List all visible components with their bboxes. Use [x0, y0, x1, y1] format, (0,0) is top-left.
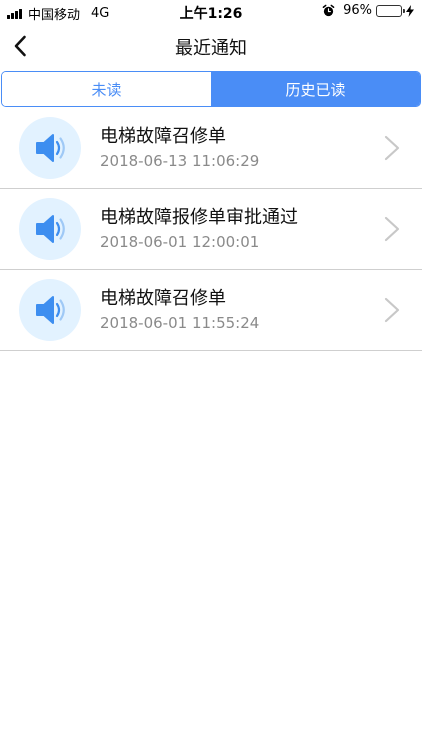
status-bar: 中国移动 4G 上午1:26 96%	[0, 0, 422, 23]
list-item[interactable]: 电梯故障召修单 2018-06-01 11:55:24	[0, 270, 422, 351]
speaker-icon-badge	[19, 117, 81, 179]
chevron-right-icon	[384, 216, 400, 242]
bolt-icon	[406, 4, 414, 17]
alarm-icon	[322, 4, 335, 17]
battery-icon	[376, 4, 405, 17]
notification-list: 电梯故障召修单 2018-06-13 11:06:29 电梯故障报修单审批通过 …	[0, 108, 422, 351]
speaker-icon	[36, 215, 65, 243]
notification-time: 2018-06-01 12:00:01	[100, 233, 260, 251]
chevron-right-icon	[384, 297, 400, 323]
notification-time: 2018-06-01 11:55:24	[100, 314, 260, 332]
notification-title: 电梯故障召修单	[100, 288, 226, 309]
list-item[interactable]: 电梯故障召修单 2018-06-13 11:06:29	[0, 108, 422, 189]
list-item[interactable]: 电梯故障报修单审批通过 2018-06-01 12:00:01	[0, 189, 422, 270]
notification-title: 电梯故障报修单审批通过	[100, 207, 298, 228]
tab-history-read[interactable]: 历史已读	[211, 72, 420, 106]
page-title: 最近通知	[175, 38, 247, 59]
notification-title: 电梯故障召修单	[100, 126, 226, 147]
notification-time: 2018-06-13 11:06:29	[100, 152, 260, 170]
tab-bar: 未读 历史已读	[1, 71, 421, 107]
chevron-right-icon	[384, 135, 400, 161]
tab-unread[interactable]: 未读	[2, 72, 211, 106]
speaker-icon-badge	[19, 279, 81, 341]
speaker-icon	[36, 296, 65, 324]
nav-bar: 最近通知	[0, 22, 422, 70]
speaker-icon	[36, 134, 65, 162]
speaker-icon-badge	[19, 198, 81, 260]
status-right: 96%	[322, 3, 414, 18]
divider	[0, 350, 422, 351]
battery-percent: 96%	[343, 3, 372, 18]
